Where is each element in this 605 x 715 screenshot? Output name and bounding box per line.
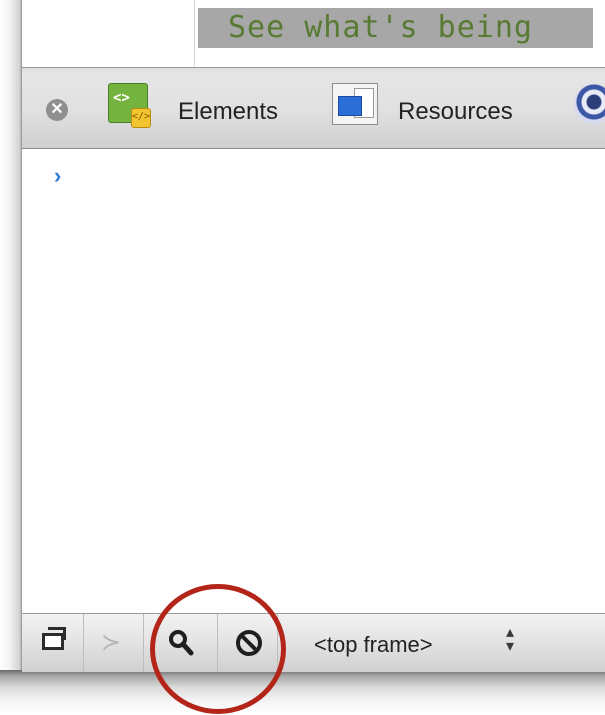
devtools-window: See what's being ✕ <> </> Elements Resou… xyxy=(22,0,605,672)
network-globe-icon[interactable] xyxy=(574,84,605,124)
highlight-circle xyxy=(150,584,286,714)
resources-icon xyxy=(332,83,378,125)
console-prompt-icon: › xyxy=(54,163,62,188)
status-bar: ≻ <top frame> ▴ ▾ xyxy=(22,613,605,672)
window-shadow-left xyxy=(0,0,22,715)
frame-select[interactable]: <top frame> ▴ ▾ xyxy=(278,614,605,672)
console-drawer-icon: ≻ xyxy=(101,628,122,656)
resources-icon-window xyxy=(338,96,362,116)
tab-elements[interactable]: <> </> Elements xyxy=(108,78,308,136)
console-panel[interactable]: › xyxy=(22,149,605,613)
page-left-pane xyxy=(22,0,195,67)
elements-icon: <> </> xyxy=(108,83,151,128)
banner-text: See what's being xyxy=(228,10,533,45)
window-shadow-bottom xyxy=(0,670,605,715)
devtools-toolbar: ✕ <> </> Elements Resources xyxy=(22,67,605,149)
elements-icon-badge: </> xyxy=(131,108,151,128)
frame-select-value: <top frame> xyxy=(314,632,433,657)
tab-elements-label: Elements xyxy=(178,98,279,125)
banner-edge xyxy=(594,8,605,48)
close-icon[interactable]: ✕ xyxy=(46,99,68,121)
devtools-screenshot: See what's being ✕ <> </> Elements Resou… xyxy=(0,0,605,715)
dock-button[interactable] xyxy=(22,614,84,672)
select-arrows-icon: ▴ ▾ xyxy=(506,624,515,655)
elements-icon-tag: <> xyxy=(113,90,130,106)
page-banner: See what's being xyxy=(198,8,593,48)
dock-to-window-icon-front xyxy=(42,633,64,650)
console-drawer-button[interactable]: ≻ xyxy=(84,614,144,672)
page-strip: See what's being xyxy=(22,0,605,67)
tab-resources-label: Resources xyxy=(398,98,513,125)
tab-resources[interactable]: Resources xyxy=(332,78,562,136)
